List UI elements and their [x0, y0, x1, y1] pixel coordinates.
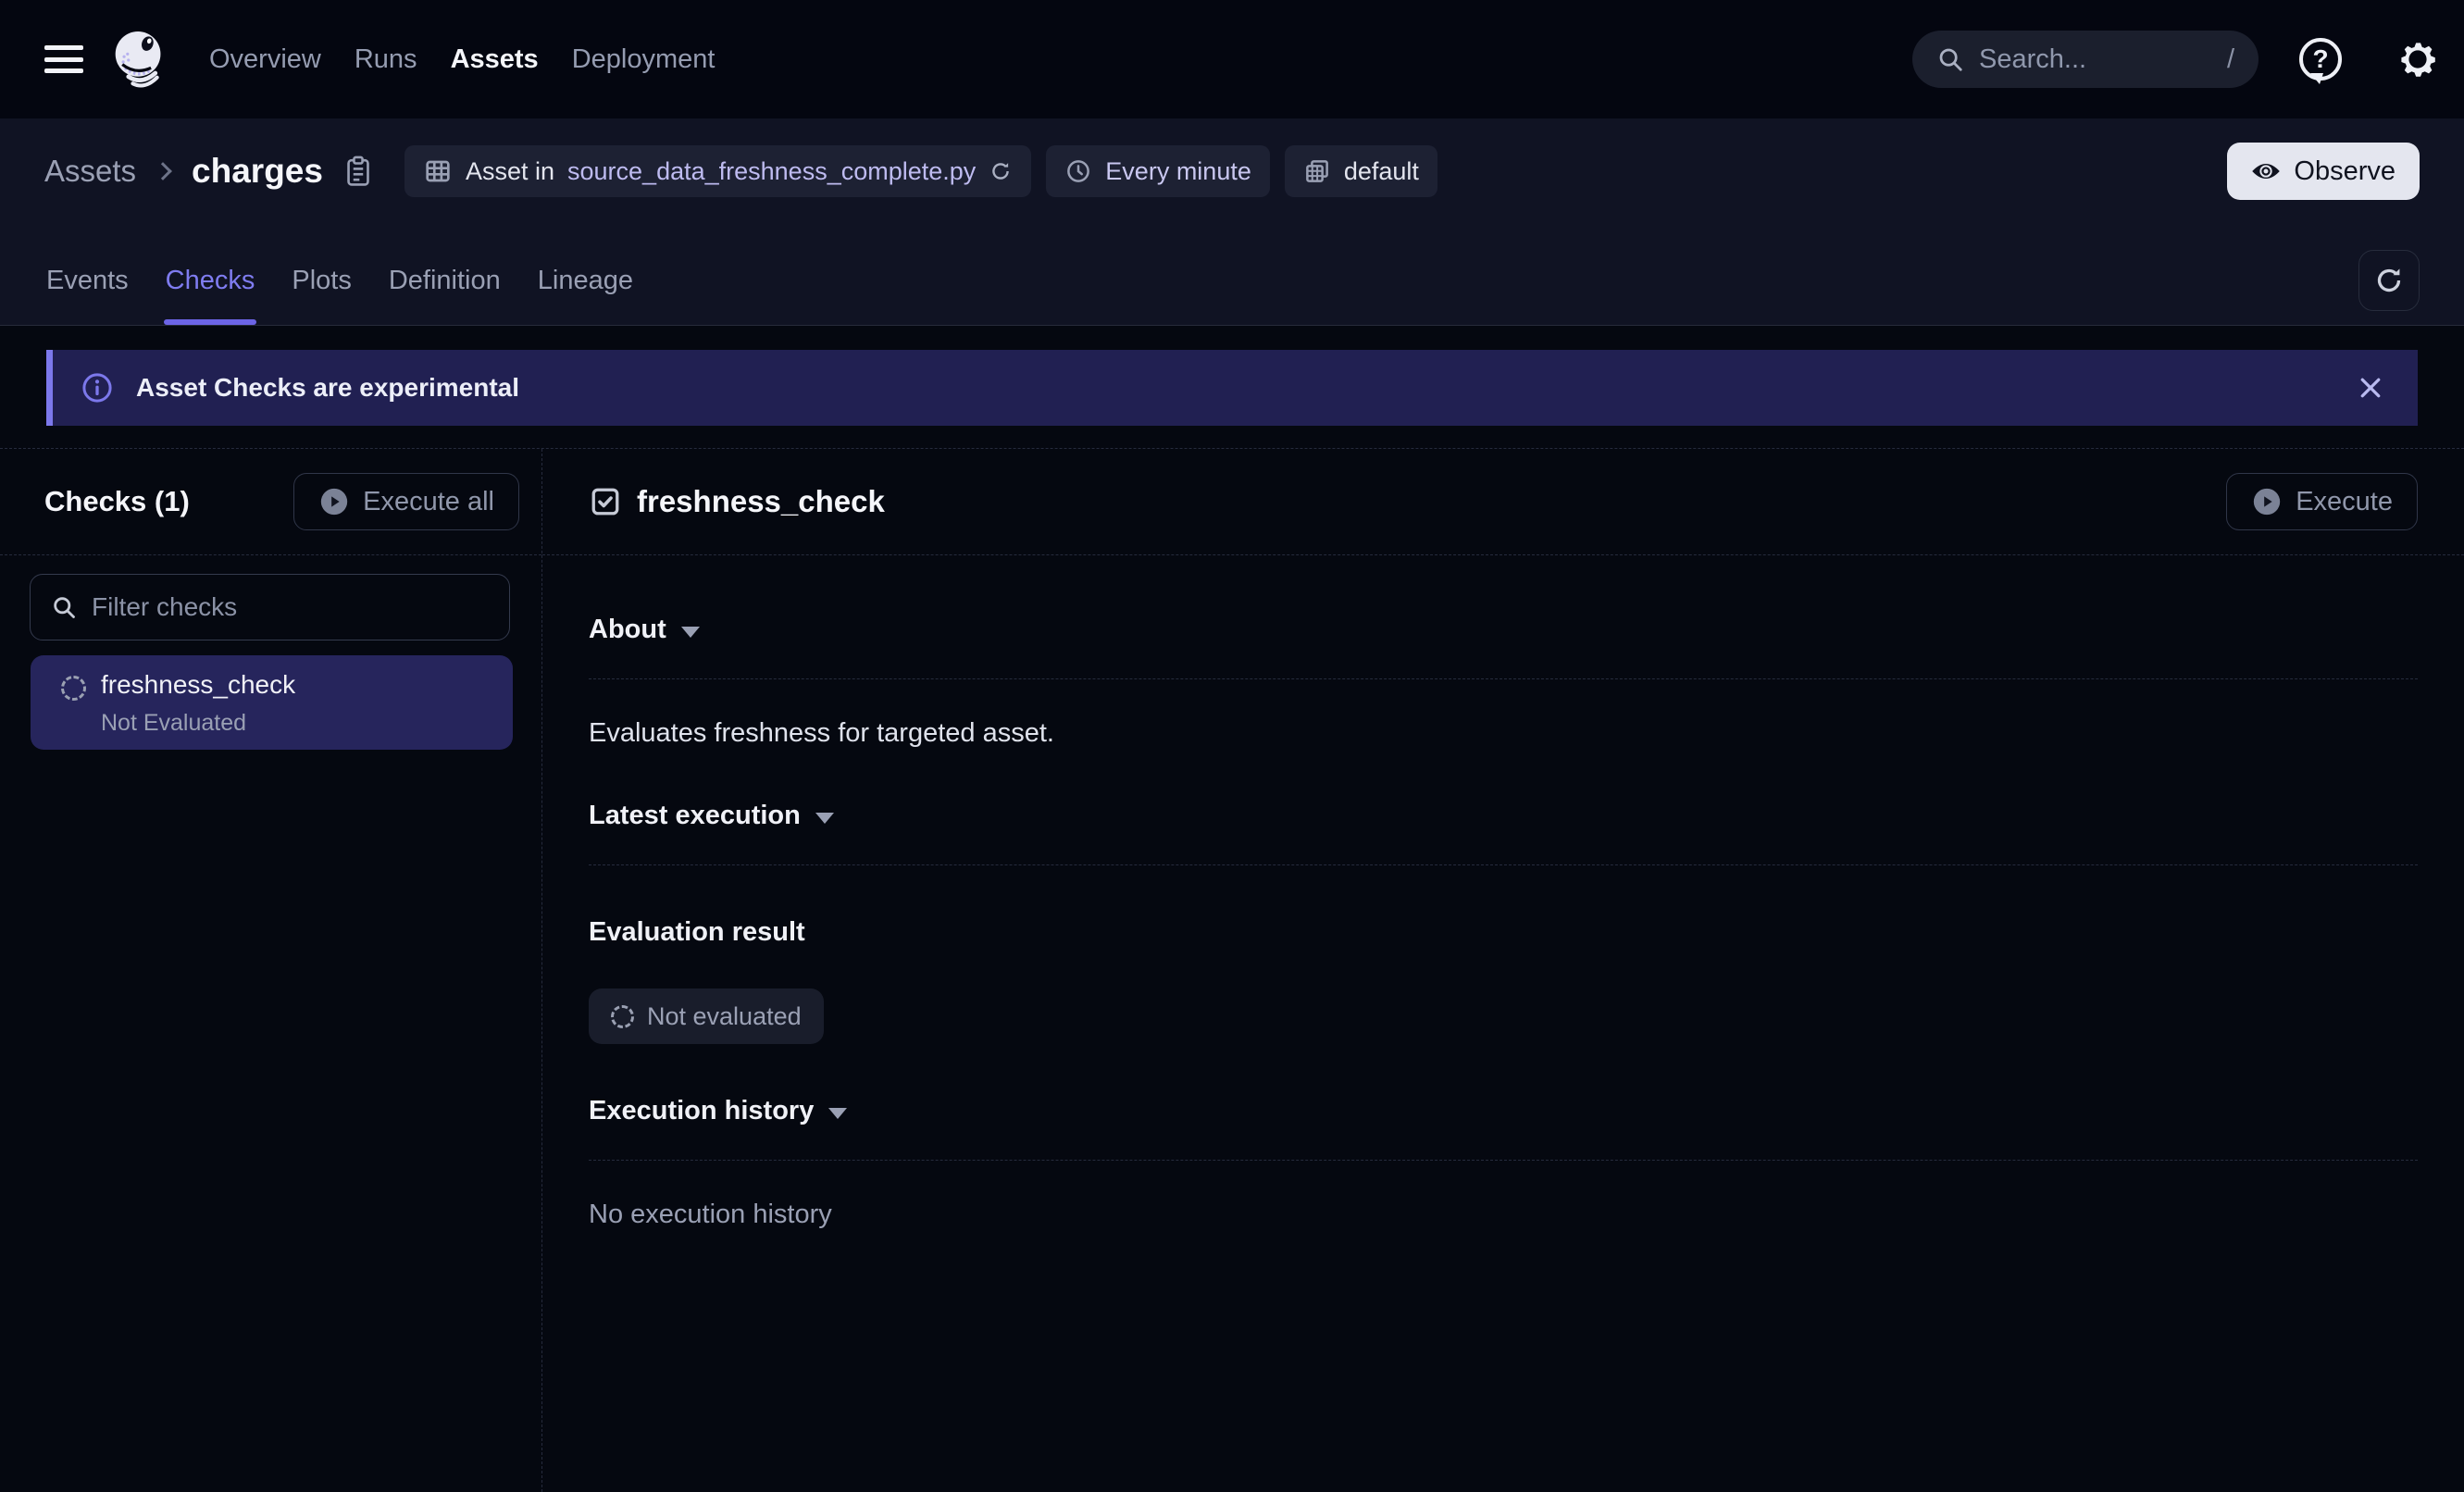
asset-definition-file-link[interactable]: source_data_freshness_complete.py — [567, 157, 976, 186]
filter-checks-wrap — [30, 574, 510, 640]
reload-definition-icon[interactable] — [989, 159, 1013, 183]
primary-nav: Overview Runs Assets Deployment — [209, 44, 715, 75]
nav-link-runs[interactable]: Runs — [355, 44, 417, 75]
execute-label: Execute — [2296, 487, 2393, 517]
evaluation-result-badge-label: Not evaluated — [647, 1002, 802, 1031]
tab-plots[interactable]: Plots — [290, 236, 353, 325]
banner-message: Asset Checks are experimental — [136, 373, 519, 403]
checks-count-title: Checks (1) — [44, 485, 190, 518]
about-description: Evaluates freshness for targeted asset. — [589, 718, 2418, 749]
dagster-logo[interactable] — [111, 30, 167, 89]
help-icon[interactable]: ? — [2299, 38, 2342, 81]
execute-all-button[interactable]: Execute all — [293, 473, 519, 530]
play-circle-icon — [318, 486, 350, 517]
group-tag[interactable]: default — [1285, 145, 1437, 197]
check-detail-body: About Evaluates freshness for targeted a… — [542, 555, 2464, 1230]
top-navbar: Overview Runs Assets Deployment / ? — [0, 0, 2464, 118]
breadcrumb-assets-link[interactable]: Assets — [44, 154, 136, 189]
asset-tabs: Events Checks Plots Definition Lineage — [44, 236, 635, 325]
execution-history-heading: Execution history — [589, 1096, 814, 1126]
section-divider — [589, 1160, 2418, 1161]
check-item-status: Not Evaluated — [101, 710, 295, 737]
app-root: Overview Runs Assets Deployment / ? Asse… — [0, 0, 2464, 1492]
table-grid-icon — [423, 156, 453, 186]
repo-grid-icon — [1303, 157, 1331, 185]
evaluation-result-badge: Not evaluated — [589, 988, 824, 1044]
search-input[interactable] — [1979, 44, 2212, 75]
about-section-header[interactable]: About — [589, 615, 2418, 645]
experimental-banner: Asset Checks are experimental — [46, 350, 2418, 426]
hamburger-menu-icon[interactable] — [44, 45, 83, 73]
check-detail-panel: freshness_check Execute About Evaluates … — [542, 449, 2464, 1492]
execution-history-empty-text: No execution history — [589, 1200, 2418, 1230]
clock-icon — [1064, 157, 1092, 185]
caret-down-icon — [681, 627, 700, 638]
page-title: charges — [192, 152, 323, 191]
observe-button[interactable]: Observe — [2227, 143, 2420, 200]
breadcrumb: Assets charges — [44, 143, 2420, 200]
checkbox-icon — [589, 485, 622, 518]
refresh-icon — [2372, 264, 2406, 297]
filter-checks-input[interactable] — [92, 592, 489, 622]
eye-icon — [2251, 160, 2281, 182]
checks-sidebar: Checks (1) Execute all — [0, 449, 542, 1492]
evaluation-result-heading: Evaluation result — [589, 917, 2418, 948]
check-detail-title: freshness_check — [637, 484, 885, 519]
settings-gear-icon[interactable] — [2396, 37, 2440, 81]
refresh-button[interactable] — [2358, 250, 2420, 311]
check-item-name: freshness_check — [101, 670, 295, 700]
checks-content: Checks (1) Execute all — [0, 448, 2464, 1492]
caret-down-icon — [815, 813, 834, 824]
observe-button-label: Observe — [2294, 156, 2396, 187]
tab-checks[interactable]: Checks — [164, 236, 257, 325]
section-divider — [589, 678, 2418, 679]
filter-checks-box[interactable] — [30, 574, 510, 640]
tab-lineage[interactable]: Lineage — [536, 236, 635, 325]
checks-sidebar-header: Checks (1) Execute all — [0, 449, 541, 555]
breadcrumb-chevron-icon — [154, 162, 172, 180]
latest-execution-section-header[interactable]: Latest execution — [589, 801, 2418, 831]
group-tag-label: default — [1344, 157, 1419, 186]
tab-events[interactable]: Events — [44, 236, 131, 325]
not-evaluated-spinner-icon — [611, 1005, 634, 1028]
asset-definition-tag[interactable]: Asset in source_data_freshness_complete.… — [404, 145, 1031, 197]
banner-close-icon[interactable] — [2357, 374, 2384, 402]
check-detail-header: freshness_check Execute — [542, 449, 2464, 555]
execution-history-section-header[interactable]: Execution history — [589, 1096, 2418, 1126]
freshness-schedule-tag[interactable]: Every minute — [1046, 145, 1270, 197]
search-icon — [1936, 45, 1964, 73]
caret-down-icon — [828, 1108, 847, 1119]
section-divider — [589, 864, 2418, 865]
copy-asset-name-icon[interactable] — [343, 155, 373, 187]
about-heading: About — [589, 615, 666, 645]
asset-tag-prefix: Asset in — [466, 157, 554, 186]
global-search[interactable]: / — [1912, 31, 2259, 88]
latest-execution-heading: Latest execution — [589, 801, 801, 831]
asset-tabs-row: Events Checks Plots Definition Lineage — [44, 236, 2420, 325]
nav-link-assets[interactable]: Assets — [451, 44, 539, 75]
tab-definition[interactable]: Definition — [387, 236, 503, 325]
search-icon — [51, 594, 77, 620]
not-evaluated-spinner-icon — [61, 676, 86, 701]
schedule-tag-label: Every minute — [1105, 157, 1251, 186]
check-list-item-freshness-check[interactable]: freshness_check Not Evaluated — [31, 655, 513, 750]
play-circle-icon — [2251, 486, 2283, 517]
search-shortcut-hint: / — [2227, 44, 2234, 75]
info-icon — [81, 371, 114, 404]
nav-link-deployment[interactable]: Deployment — [572, 44, 716, 75]
nav-link-overview[interactable]: Overview — [209, 44, 321, 75]
execute-button[interactable]: Execute — [2226, 473, 2418, 530]
execute-all-label: Execute all — [363, 487, 494, 517]
asset-page-header: Assets charges — [0, 118, 2464, 326]
